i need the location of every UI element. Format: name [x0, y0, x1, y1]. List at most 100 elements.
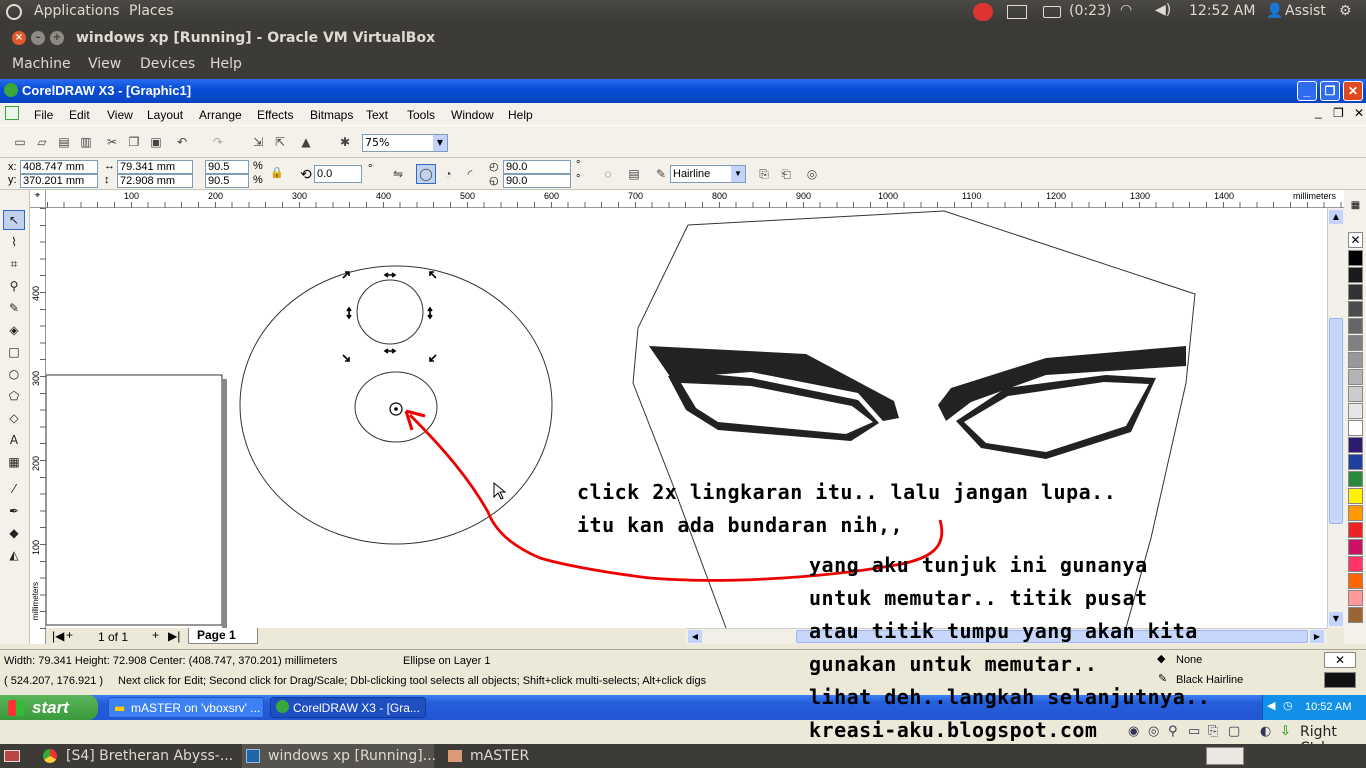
- battery-icon[interactable]: [1043, 6, 1061, 18]
- mirror-icon[interactable]: ⇋: [390, 166, 406, 182]
- fill-swatch[interactable]: ✕: [1324, 652, 1356, 668]
- wrap-text-icon[interactable]: ▤: [626, 166, 642, 182]
- outline-width-select[interactable]: Hairline ▼: [670, 165, 746, 183]
- ellipse-tool-icon[interactable]: ○: [5, 365, 23, 383]
- palette-swatch[interactable]: [1348, 505, 1363, 521]
- page-tab[interactable]: Page 1: [188, 628, 258, 644]
- busy-indicator-icon[interactable]: [973, 3, 993, 21]
- document-icon[interactable]: [5, 106, 19, 120]
- end-angle-field[interactable]: 90.0: [503, 174, 571, 188]
- menu-arrange[interactable]: Arrange: [199, 108, 242, 122]
- pick-tool-icon[interactable]: ↖: [5, 211, 23, 229]
- palette-swatch[interactable]: [1348, 590, 1363, 606]
- palette-swatch[interactable]: [1348, 471, 1363, 487]
- volume-icon[interactable]: ◀): [1155, 2, 1171, 18]
- task-virtualbox[interactable]: windows xp [Running]...: [242, 744, 436, 768]
- scale-x-field[interactable]: 90.5: [205, 160, 249, 174]
- fill-tool-icon[interactable]: ◆: [5, 524, 23, 542]
- paste-icon[interactable]: ▣: [148, 134, 164, 150]
- menu-window[interactable]: Window: [451, 108, 494, 122]
- first-page-icon[interactable]: |◀: [52, 629, 64, 643]
- convert-icon[interactable]: ⎘: [756, 166, 772, 182]
- applications-menu[interactable]: Applications: [34, 3, 120, 19]
- power-icon[interactable]: ⚙: [1339, 3, 1352, 19]
- doc-restore-icon[interactable]: ❐: [1333, 106, 1344, 120]
- menu-view[interactable]: View: [88, 56, 121, 72]
- palette-swatch[interactable]: [1348, 556, 1363, 572]
- save-icon[interactable]: ▤: [56, 134, 72, 150]
- undo-icon[interactable]: ↶: [174, 134, 190, 150]
- display-icon[interactable]: ▢: [1228, 724, 1240, 739]
- task-master[interactable]: mASTER: [444, 744, 584, 768]
- shape-tool-icon[interactable]: ⌇: [5, 233, 23, 251]
- direction-icon[interactable]: ◌: [600, 166, 616, 182]
- minimize-icon[interactable]: –: [31, 31, 45, 45]
- eyedropper-icon[interactable]: ⁄: [5, 480, 23, 498]
- scroll-down-icon[interactable]: ▼: [1329, 612, 1343, 626]
- menu-bitmaps[interactable]: Bitmaps: [310, 108, 353, 122]
- width-field[interactable]: 79.341 mm: [117, 160, 193, 174]
- x-position-field[interactable]: 408.747 mm: [20, 160, 98, 174]
- scroll-thumb[interactable]: [1329, 318, 1343, 524]
- pen-icon[interactable]: ✎: [653, 166, 669, 182]
- show-desktop-icon[interactable]: [4, 750, 20, 762]
- palette-swatch[interactable]: [1348, 403, 1363, 419]
- basic-shapes-icon[interactable]: ◇: [5, 409, 23, 427]
- polygon-tool-icon[interactable]: ⬠: [5, 387, 23, 405]
- interactive-blend-icon[interactable]: ▦: [5, 453, 23, 471]
- menu-machine[interactable]: Machine: [12, 56, 71, 72]
- menu-devices[interactable]: Devices: [140, 56, 195, 72]
- palette-swatch[interactable]: [1348, 284, 1363, 300]
- task-master-folder[interactable]: mASTER on 'vboxsrv' ...: [108, 697, 264, 718]
- ubuntu-logo-icon[interactable]: [6, 4, 22, 20]
- rotation-field[interactable]: 0.0: [314, 165, 362, 183]
- user-name[interactable]: Assist: [1285, 3, 1326, 19]
- palette-swatch[interactable]: [1348, 318, 1363, 334]
- app-launcher-icon[interactable]: ▲: [298, 134, 314, 150]
- workspace-switcher[interactable]: [1206, 747, 1244, 765]
- keyboard-capture-icon[interactable]: ⇩: [1280, 724, 1291, 739]
- welcome-icon[interactable]: ✱: [337, 134, 353, 150]
- chevron-down-icon[interactable]: ▼: [731, 166, 745, 182]
- places-menu[interactable]: Places: [129, 3, 174, 19]
- pie-mode-icon[interactable]: ◔: [440, 166, 456, 182]
- scale-y-field[interactable]: 90.5: [205, 174, 249, 188]
- palette-swatch[interactable]: [1348, 539, 1363, 555]
- arc-mode-icon[interactable]: ◜: [462, 166, 478, 182]
- restore-button[interactable]: ❐: [1320, 81, 1340, 101]
- ruler-origin-icon[interactable]: ⌖: [30, 190, 46, 208]
- scroll-left-icon[interactable]: ◀: [688, 630, 702, 643]
- maximize-icon[interactable]: +: [50, 31, 64, 45]
- shared-folder-icon[interactable]: ▭: [1188, 724, 1200, 739]
- menu-view[interactable]: View: [107, 108, 133, 122]
- no-color-swatch[interactable]: ✕: [1348, 232, 1363, 248]
- minimize-button[interactable]: _: [1297, 81, 1317, 101]
- palette-swatch[interactable]: [1348, 369, 1363, 385]
- mail-icon[interactable]: [1007, 5, 1027, 19]
- mouse-integration-icon[interactable]: ◐: [1260, 724, 1271, 739]
- network-icon[interactable]: ⎘: [1208, 724, 1218, 739]
- usb-icon[interactable]: ⚲: [1168, 724, 1178, 739]
- palette-swatch[interactable]: [1348, 335, 1363, 351]
- palette-swatch[interactable]: [1348, 488, 1363, 504]
- menu-help[interactable]: Help: [210, 56, 242, 72]
- palette-swatch[interactable]: [1348, 250, 1363, 266]
- task-coreldraw[interactable]: CorelDRAW X3 - [Gra...: [270, 697, 426, 718]
- text-tool-icon[interactable]: A: [5, 431, 23, 449]
- palette-swatch[interactable]: [1348, 352, 1363, 368]
- lock-ratio-icon[interactable]: 🔒: [270, 166, 284, 179]
- tray-collapse-icon[interactable]: ◀: [1267, 699, 1275, 712]
- menu-text[interactable]: Text: [366, 108, 388, 122]
- palette-swatch[interactable]: [1348, 522, 1363, 538]
- doc-close-icon[interactable]: ✕: [1354, 106, 1364, 120]
- close-button[interactable]: ✕: [1343, 81, 1363, 101]
- palette-swatch[interactable]: [1348, 301, 1363, 317]
- palette-swatch[interactable]: [1348, 454, 1363, 470]
- palette-swatch[interactable]: [1348, 573, 1363, 589]
- menu-layout[interactable]: Layout: [147, 108, 183, 122]
- zoom-tool-icon[interactable]: ⚲: [5, 277, 23, 295]
- menu-effects[interactable]: Effects: [257, 108, 293, 122]
- add-page-end-icon[interactable]: +: [152, 628, 159, 642]
- last-page-icon[interactable]: ▶|: [168, 629, 180, 643]
- close-icon[interactable]: ×: [12, 31, 26, 45]
